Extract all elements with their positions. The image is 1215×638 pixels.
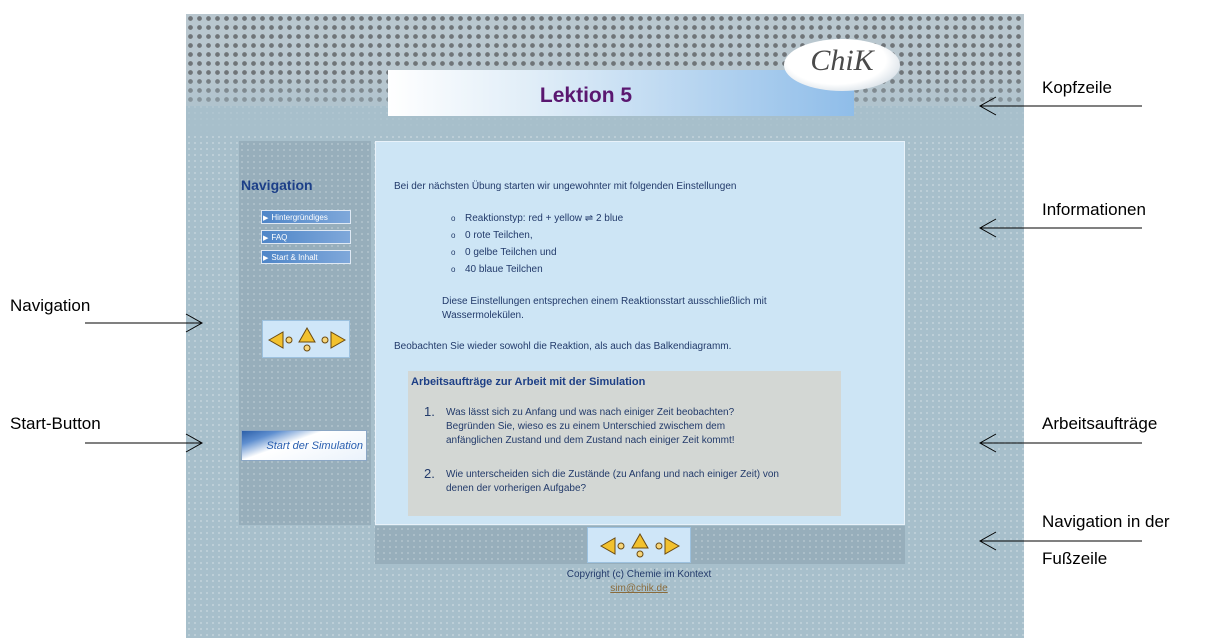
- right-arrow-icon: [85, 313, 204, 333]
- right-arrow-icon: [85, 433, 204, 453]
- left-arrow-icon: [978, 96, 1142, 116]
- left-arrow-icon: [978, 218, 1142, 238]
- annotation-arrows: [85, 96, 1142, 551]
- left-arrow-icon: [978, 433, 1142, 453]
- left-arrow-icon: [978, 531, 1142, 551]
